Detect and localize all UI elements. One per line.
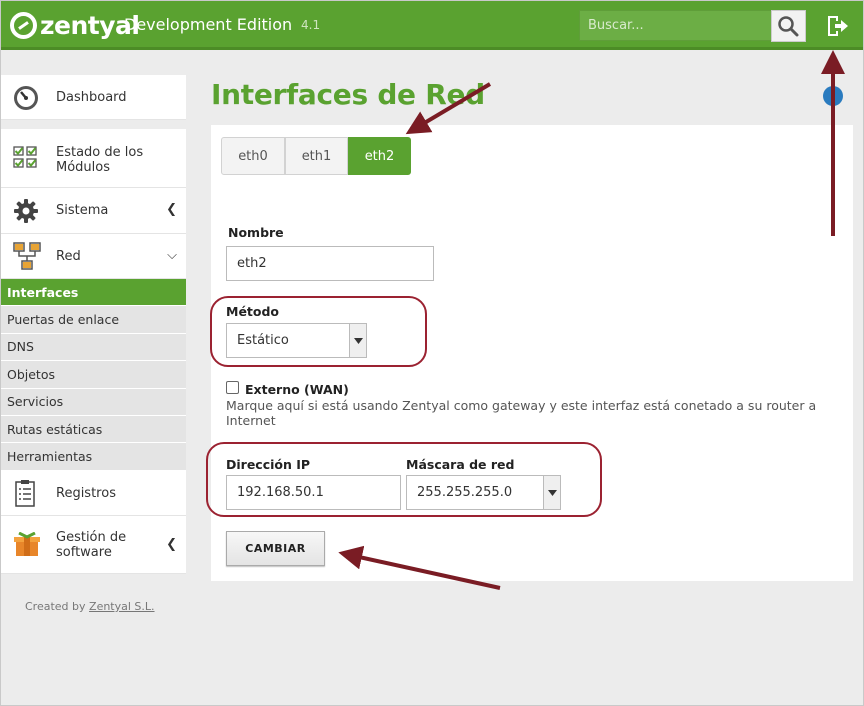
sidebar-item-sistema[interactable]: Sistema ❮ — [0, 188, 186, 234]
interface-tabs: eth0 eth1 eth2 — [221, 137, 411, 175]
externo-checkbox[interactable] — [226, 381, 239, 394]
externo-help-text: Marque aquí si está usando Zentyal como … — [226, 398, 817, 428]
zentyal-logo-icon — [10, 11, 37, 39]
submenu-item-gateways[interactable]: Puertas de enlace — [0, 306, 186, 334]
edition-label: Development Edition — [124, 15, 293, 34]
created-by: Created by Zentyal S.L. — [25, 600, 155, 613]
sidebar-item-module-status[interactable]: Estado de los Módulos — [0, 129, 186, 188]
version-label: 4.1 — [301, 18, 321, 32]
metodo-highlight — [210, 296, 427, 367]
sidebar-item-label: Estado de los Módulos — [56, 145, 144, 175]
sidebar-item-label: Dashboard — [56, 90, 127, 105]
logs-icon — [15, 479, 35, 507]
submenu-item-static-routes[interactable]: Rutas estáticas — [0, 415, 186, 444]
sidebar: Dashboard Estado de los Módulos Sistema … — [0, 75, 186, 574]
nombre-input[interactable] — [226, 246, 434, 281]
dashboard-icon — [14, 86, 38, 110]
chevron-down-icon: ⌵ — [167, 248, 177, 263]
logout-icon — [828, 16, 848, 36]
zentyal-logo[interactable]: zentyal — [10, 9, 140, 41]
submenu-item-services[interactable]: Servicios — [0, 388, 186, 416]
sidebar-item-software[interactable]: Gestión de software ❮ — [0, 515, 186, 574]
sidebar-item-registros[interactable]: Registros — [0, 470, 186, 516]
gear-icon — [14, 199, 38, 223]
externo-label: Externo (WAN) — [245, 382, 349, 397]
ip-mask-highlight — [206, 442, 602, 517]
help-icon[interactable] — [823, 86, 843, 106]
search-box — [579, 10, 772, 41]
sidebar-item-label: Registros — [56, 485, 116, 501]
search-icon — [778, 16, 799, 37]
submenu-item-interfaces[interactable]: Interfaces — [0, 279, 186, 307]
tab-eth0[interactable]: eth0 — [221, 137, 285, 175]
chevron-left-icon: ❮ — [166, 202, 177, 217]
search-button[interactable] — [771, 10, 806, 42]
sidebar-item-label: Sistema — [56, 203, 109, 218]
sidebar-item-label: Red — [56, 249, 81, 264]
page-title: Interfaces de Red — [211, 78, 485, 111]
network-icon — [13, 242, 41, 270]
submenu-item-objects[interactable]: Objetos — [0, 361, 186, 389]
software-package-icon — [14, 531, 40, 556]
chevron-left-icon: ❮ — [166, 536, 177, 552]
search-input[interactable] — [580, 11, 771, 40]
sidebar-item-red[interactable]: Red ⌵ — [0, 234, 186, 279]
zentyal-link[interactable]: Zentyal S.L. — [89, 600, 155, 613]
cambiar-button[interactable]: CAMBIAR — [226, 531, 325, 566]
logout-button[interactable] — [824, 12, 852, 40]
tab-eth2[interactable]: eth2 — [348, 137, 411, 175]
sidebar-item-label: Gestión de software — [56, 529, 127, 560]
tab-eth1[interactable]: eth1 — [285, 137, 348, 175]
submenu-item-tools[interactable]: Herramientas — [0, 443, 186, 471]
red-submenu: Interfaces Puertas de enlace DNS Objetos… — [0, 279, 186, 471]
nombre-label: Nombre — [228, 225, 284, 240]
module-status-icon — [13, 146, 37, 168]
submenu-item-dns[interactable]: DNS — [0, 333, 186, 362]
top-bar: zentyal Development Edition 4.1 — [0, 0, 864, 50]
sidebar-item-dashboard[interactable]: Dashboard — [0, 75, 186, 120]
